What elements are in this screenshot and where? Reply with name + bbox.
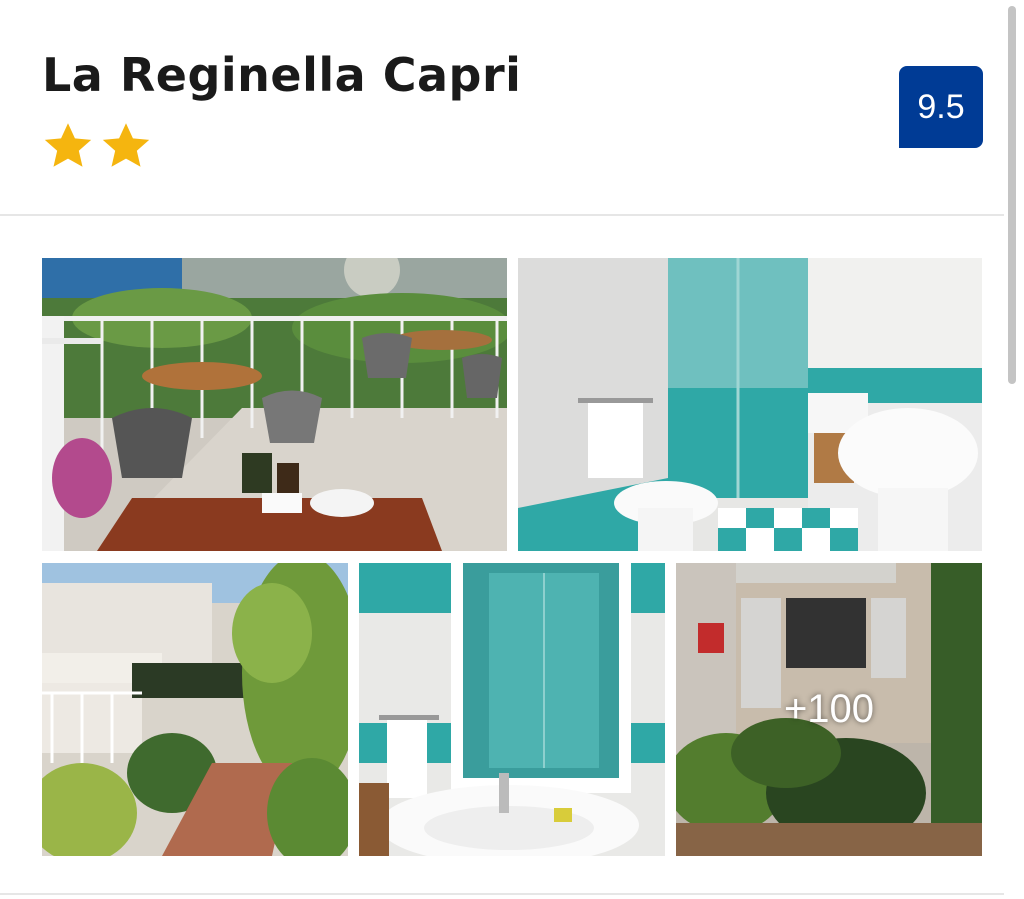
more-photos-label[interactable]: +100 [676, 563, 982, 856]
patio-photo[interactable]: +100 [676, 563, 982, 856]
washbasin-photo[interactable] [359, 563, 665, 856]
review-score-badge[interactable]: 9.5 [899, 66, 983, 148]
star-icon [44, 123, 92, 167]
terrace-photo[interactable] [42, 258, 507, 551]
gallery-divider [0, 893, 1004, 895]
star-rating [42, 120, 152, 172]
hotel-header: La Reginella Capri 9.5 [0, 0, 1024, 214]
bathroom-photo[interactable] [518, 258, 982, 551]
scrollbar[interactable] [1008, 6, 1016, 384]
hotel-name: La Reginella Capri [42, 48, 522, 102]
star-icon [102, 123, 150, 167]
garden-photo[interactable] [42, 563, 348, 856]
header-divider [0, 214, 1004, 216]
